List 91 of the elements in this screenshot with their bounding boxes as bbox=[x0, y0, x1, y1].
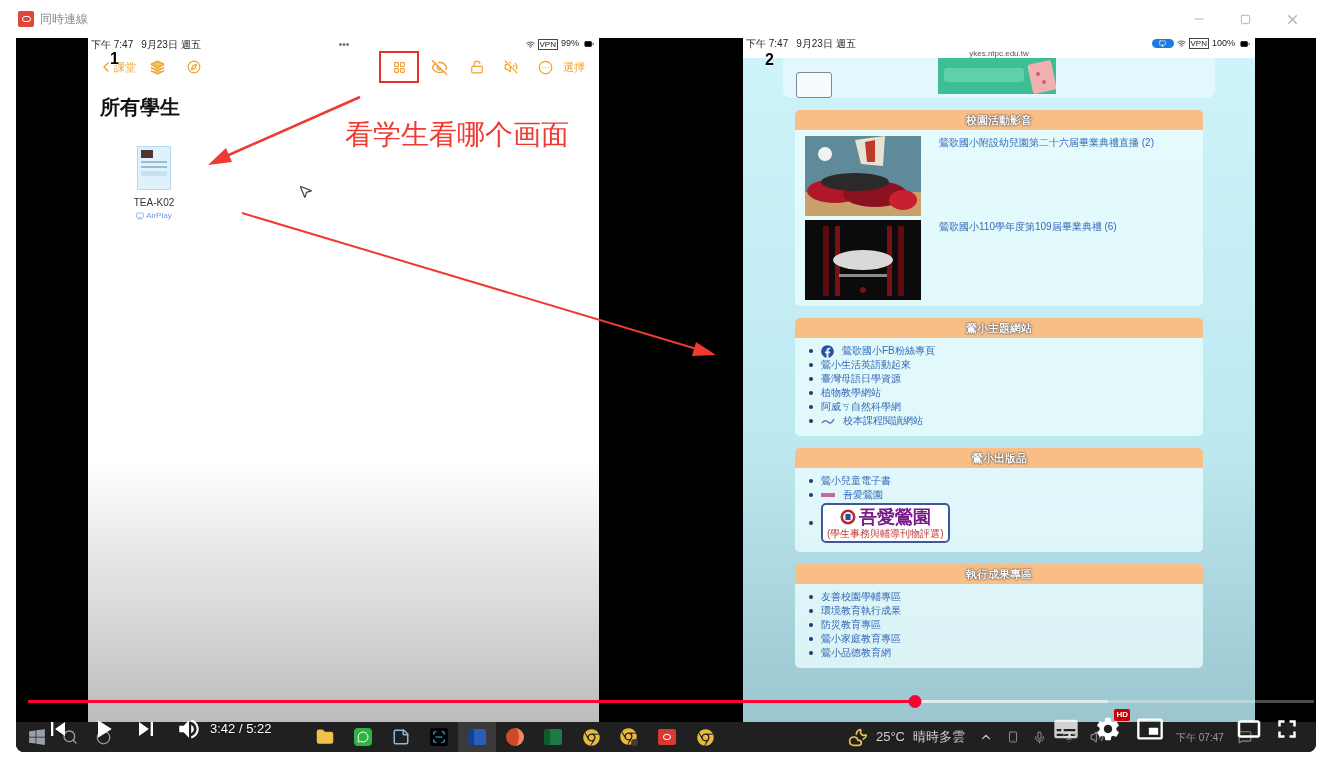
time-display: 3:42 / 5:22 bbox=[210, 720, 272, 739]
progress-track[interactable] bbox=[28, 700, 1314, 703]
status-date: 9月23日 週五 bbox=[141, 38, 201, 52]
facebook-icon bbox=[821, 344, 834, 358]
note-icon bbox=[392, 728, 410, 746]
clock: 下午 07:47 bbox=[1176, 730, 1225, 745]
temperature: 25°C bbox=[875, 728, 905, 747]
battery-level: 100% bbox=[1211, 38, 1235, 50]
list-bullet bbox=[809, 595, 813, 599]
list-bullet bbox=[809, 623, 813, 627]
screen-thumbnail bbox=[137, 146, 171, 190]
list-bullet bbox=[809, 521, 813, 525]
site-link[interactable]: 防災教育專區 bbox=[821, 618, 881, 632]
video-link[interactable]: 鶯歌國小110學年度第109屆畢業典禮 (6) bbox=[939, 220, 1117, 234]
mic-icon[interactable] bbox=[1033, 730, 1046, 744]
vpn-badge: VPN bbox=[1188, 38, 1209, 49]
spreadsheet-app-icon bbox=[544, 729, 562, 745]
banner-subtitle: (學生事務與輔導刊物評選) bbox=[827, 528, 944, 540]
site-link[interactable]: 鶯小生活英語動起來 bbox=[821, 358, 911, 372]
site-link[interactable]: 校本課程閱讀網站 bbox=[843, 414, 923, 428]
wifi-icon bbox=[525, 39, 535, 49]
folder-icon bbox=[316, 728, 334, 746]
site-link[interactable]: 環境教育執行成果 bbox=[821, 604, 901, 618]
list-bullet bbox=[809, 479, 813, 483]
site-link[interactable]: 臺灣母語日學資源 bbox=[821, 372, 901, 386]
site-link[interactable]: 鶯小家庭教育專區 bbox=[821, 632, 901, 646]
banner-title: 吾愛鶯園 bbox=[858, 506, 931, 528]
site-link[interactable]: 吾愛鶯園 bbox=[843, 488, 883, 502]
status-dots: ••• bbox=[338, 38, 350, 52]
list-bullet bbox=[809, 349, 813, 353]
chat-app-icon bbox=[354, 728, 372, 746]
vpn-badge: VPN bbox=[537, 38, 558, 50]
settings-button[interactable] bbox=[1094, 715, 1122, 743]
battery-icon bbox=[1238, 38, 1252, 49]
page-title: 所有學生 bbox=[100, 95, 181, 120]
list-bullet bbox=[809, 391, 813, 395]
site-link[interactable]: 植物教學網站 bbox=[821, 386, 881, 400]
section-header: 校園活動影音 bbox=[795, 110, 1203, 130]
wifi-icon bbox=[1176, 39, 1186, 48]
phone-icon[interactable] bbox=[1007, 730, 1019, 744]
section-header: 鶯小出版品 bbox=[795, 448, 1203, 468]
site-link[interactable]: 鶯小品德教育網 bbox=[821, 646, 891, 660]
tag-icon bbox=[821, 493, 835, 497]
browser-icon bbox=[582, 728, 600, 746]
browser-icon bbox=[696, 728, 714, 746]
emblem-icon bbox=[839, 509, 856, 525]
student-name: TEA-K02 bbox=[133, 196, 175, 210]
step-label: 2 bbox=[765, 50, 774, 70]
site-link[interactable]: 友善校園學輔專區 bbox=[821, 590, 901, 604]
list-bullet bbox=[809, 363, 813, 367]
list-bullet bbox=[809, 637, 813, 641]
section-header: 執行成果專區 bbox=[795, 564, 1203, 584]
browser-icon bbox=[620, 728, 638, 746]
assistant-icon[interactable] bbox=[96, 729, 111, 745]
status-time: 下午 7:47 bbox=[746, 38, 789, 51]
status-time: 下午 7:47 bbox=[91, 38, 134, 52]
list-bullet bbox=[809, 651, 813, 655]
weather-text: 晴時多雲 bbox=[913, 728, 965, 747]
airplay-icon bbox=[136, 212, 145, 220]
list-bullet bbox=[809, 493, 813, 497]
battery-icon bbox=[582, 39, 596, 49]
section-header: 鶯小主題網站 bbox=[795, 318, 1203, 338]
list-bullet bbox=[809, 405, 813, 409]
weather-icon bbox=[847, 727, 868, 747]
status-date: 9月23日 週五 bbox=[796, 38, 856, 51]
list-bullet bbox=[809, 609, 813, 613]
url-text: ykes.ntpc.edu.tw bbox=[969, 49, 1029, 58]
student-status: AirPlay bbox=[146, 210, 172, 222]
document-app-icon bbox=[468, 729, 486, 745]
student-tile[interactable]: TEA-K02 AirPlay bbox=[126, 146, 182, 222]
battery-level: 99% bbox=[561, 38, 579, 51]
menu-button[interactable] bbox=[796, 72, 832, 98]
squiggle-icon bbox=[821, 417, 835, 425]
app-icon bbox=[18, 11, 34, 27]
search-icon[interactable] bbox=[62, 729, 78, 745]
list-bullet bbox=[809, 419, 813, 423]
cast-app-icon bbox=[658, 729, 676, 745]
capture-app-icon bbox=[430, 728, 448, 746]
slides-app-icon bbox=[506, 728, 524, 746]
window-title: 同時連線 bbox=[40, 11, 88, 28]
site-link[interactable]: 鶯歌國小FB粉絲專頁 bbox=[842, 344, 935, 358]
cursor-icon bbox=[298, 184, 313, 199]
quality-badge: HD bbox=[1114, 709, 1130, 721]
list-bullet bbox=[809, 377, 813, 381]
start-button[interactable] bbox=[28, 728, 46, 746]
site-link[interactable]: 鶯小兒童電子書 bbox=[821, 474, 891, 488]
annotation-text: 看学生看哪个画面 bbox=[345, 118, 569, 152]
logo-banner[interactable]: 吾愛鶯園 (學生事務與輔導刊物評選) bbox=[821, 503, 950, 543]
video-link[interactable]: 鶯歌國小附設幼兒園第二十六屆畢業典禮直播 (2) bbox=[939, 136, 1154, 150]
site-link[interactable]: 阿威ㄎ自然科學網 bbox=[821, 400, 901, 414]
notification-icon[interactable] bbox=[1238, 730, 1252, 744]
